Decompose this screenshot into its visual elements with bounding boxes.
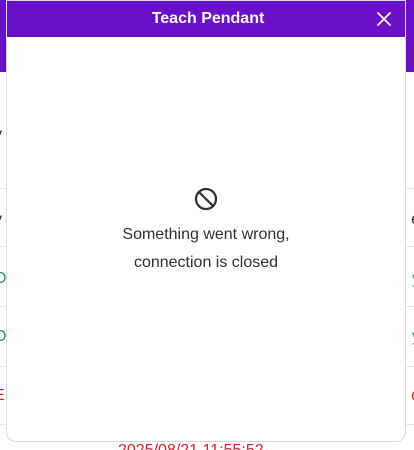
error-message: Something went wrong, connection is clos… — [122, 226, 290, 271]
background-edge-glyph: E — [0, 387, 5, 405]
background-edge-glyph: y — [0, 126, 2, 144]
modal-header: Teach Pendant — [7, 1, 405, 37]
background-date: 2025/08/21 11:55:52 — [118, 442, 264, 450]
background-edge-glyph: y — [0, 211, 2, 229]
error-state: Something went wrong, connection is clos… — [7, 187, 405, 277]
ban-icon — [194, 187, 218, 211]
close-button[interactable] — [373, 8, 395, 30]
close-icon — [377, 12, 391, 26]
modal-title: Teach Pendant — [151, 10, 265, 27]
teach-pendant-modal: Teach Pendant Something went wrong, conn… — [6, 0, 406, 442]
